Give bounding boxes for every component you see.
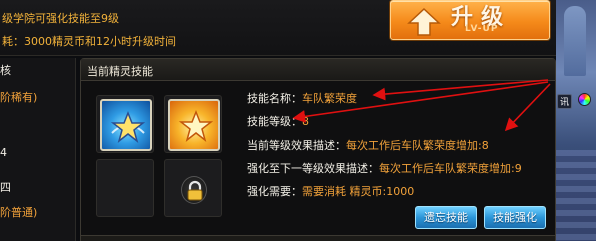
current-effect-value: 每次工作后车队繁荣度增加:8: [346, 139, 489, 152]
next-effect-label: 强化至下一等级效果描述：: [247, 162, 379, 175]
list-item[interactable]: 四: [0, 179, 11, 195]
top-info-strip: 级学院可强化技能至9级 耗：3000精灵币和12小时升级时间 升级 LV-UP: [0, 0, 562, 56]
skill-slot-3: [96, 159, 154, 217]
color-wheel-icon[interactable]: [578, 93, 591, 106]
background-scenery: [556, 0, 596, 241]
up-arrow-icon: [407, 7, 441, 36]
list-item[interactable]: 4: [0, 146, 7, 159]
current-effect-label: 当前等级效果描述：: [247, 139, 346, 152]
lock-icon: [181, 176, 207, 204]
castle-tower-art: [564, 6, 586, 76]
current-skill-panel: 当前精灵技能 技能名称：车队繁荣度 技能等级：8 当前等级效果描述：每次工作后车…: [80, 58, 556, 241]
next-effect-row: 强化至下一等级效果描述：每次工作后车队繁荣度增加:9: [247, 160, 522, 176]
next-sprite-skill-section: [81, 235, 555, 241]
panel-header: 当前精灵技能: [81, 59, 555, 81]
requirement-label: 强化需要：: [247, 185, 302, 198]
gold-star-skill-icon[interactable]: [168, 99, 220, 151]
star-icon: [178, 109, 214, 142]
skill-name-label: 技能名称：: [247, 92, 302, 105]
skill-slot-4: [164, 159, 222, 217]
skill-slot-1: [96, 95, 154, 153]
requirement-row: 强化需要：需要消耗 精灵币:1000: [247, 183, 414, 199]
blue-star-skill-icon[interactable]: [100, 99, 152, 151]
enhance-skill-button[interactable]: 技能强化: [484, 206, 546, 229]
current-effect-row: 当前等级效果描述：每次工作后车队繁荣度增加:8: [247, 137, 489, 153]
chat-tag[interactable]: 讯: [557, 94, 573, 109]
skill-name-value: 车队繁荣度: [302, 92, 357, 105]
panel-title: 当前精灵技能: [87, 65, 153, 78]
upgrade-button-sublabel: LV-UP: [465, 24, 499, 34]
next-effect-value: 每次工作后车队繁荣度增加:9: [379, 162, 522, 175]
skill-level-value: 8: [302, 115, 309, 128]
requirement-value: 需要消耗 精灵币:1000: [302, 185, 415, 198]
list-item[interactable]: 阶稀有): [0, 89, 37, 105]
forget-skill-button[interactable]: 遗忘技能: [415, 206, 477, 229]
stairs-art: [556, 150, 596, 241]
sprite-list-panel: 核 阶稀有) 4 四 阶普通): [0, 58, 76, 241]
skill-level-label: 技能等级：: [247, 115, 302, 128]
upgrade-button[interactable]: 升级 LV-UP: [390, 0, 550, 40]
upgrade-cost-text: 耗：3000精灵币和12小时升级时间: [2, 35, 176, 48]
skill-slot-2: [164, 95, 222, 153]
star-icon: [110, 110, 146, 143]
list-item[interactable]: 核: [0, 62, 11, 78]
academy-info-text: 级学院可强化技能至9级: [2, 12, 119, 25]
skill-level-row: 技能等级：8: [247, 113, 309, 129]
skill-name-row: 技能名称：车队繁荣度: [247, 90, 357, 106]
list-item[interactable]: 阶普通): [0, 204, 37, 220]
